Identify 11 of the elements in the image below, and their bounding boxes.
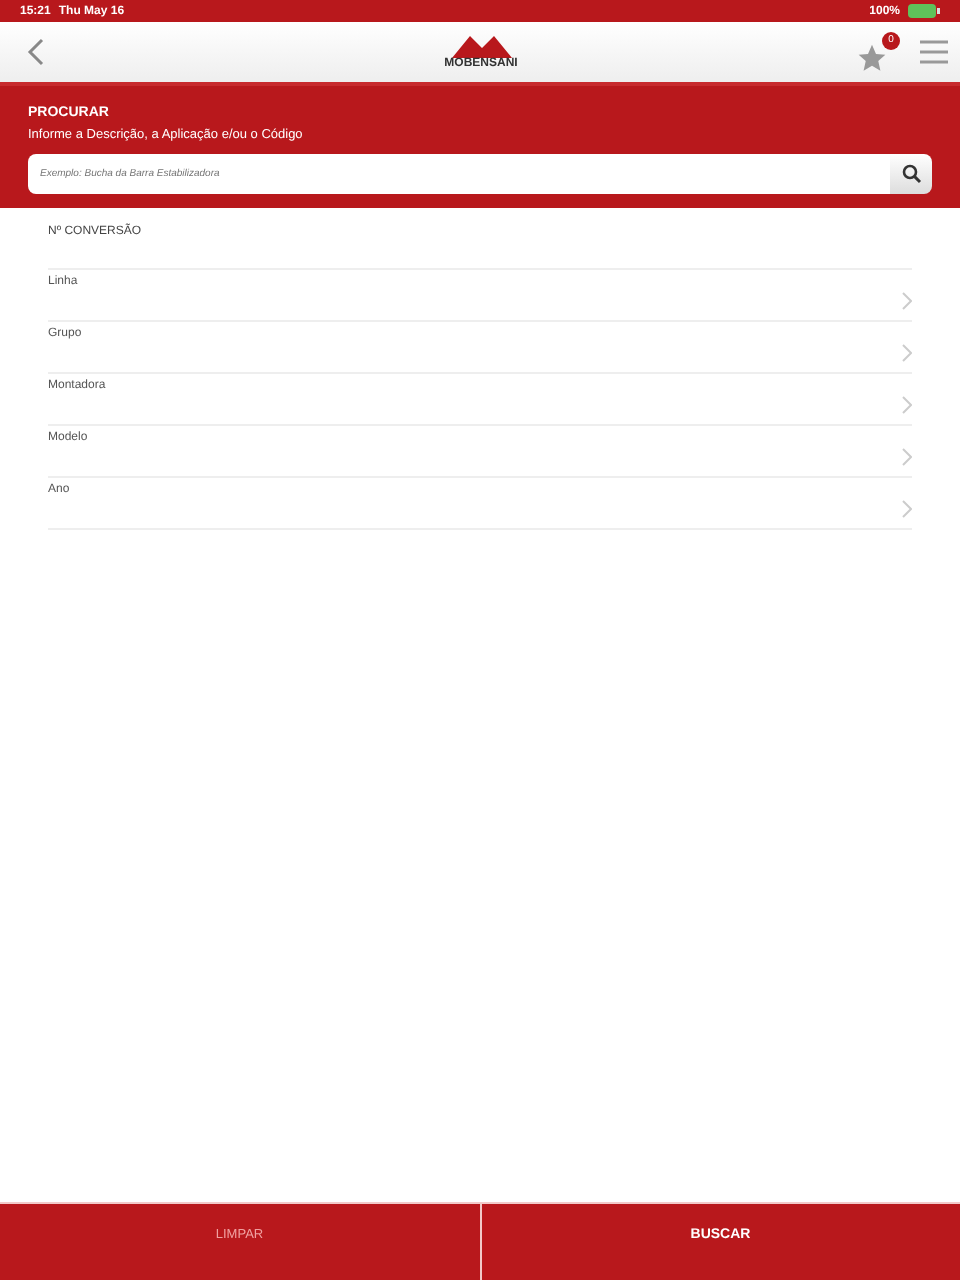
chevron-icon (902, 396, 912, 414)
mountain-logo-icon (451, 32, 511, 58)
search-icon (901, 164, 921, 184)
menu-icon[interactable] (920, 40, 948, 64)
back-icon[interactable] (26, 38, 46, 66)
chevron-icon (902, 500, 912, 518)
chevron-icon (902, 344, 912, 362)
search-button[interactable] (890, 154, 932, 194)
chevron-icon (902, 448, 912, 466)
battery-icon (908, 4, 940, 18)
chevron-icon (902, 292, 912, 310)
